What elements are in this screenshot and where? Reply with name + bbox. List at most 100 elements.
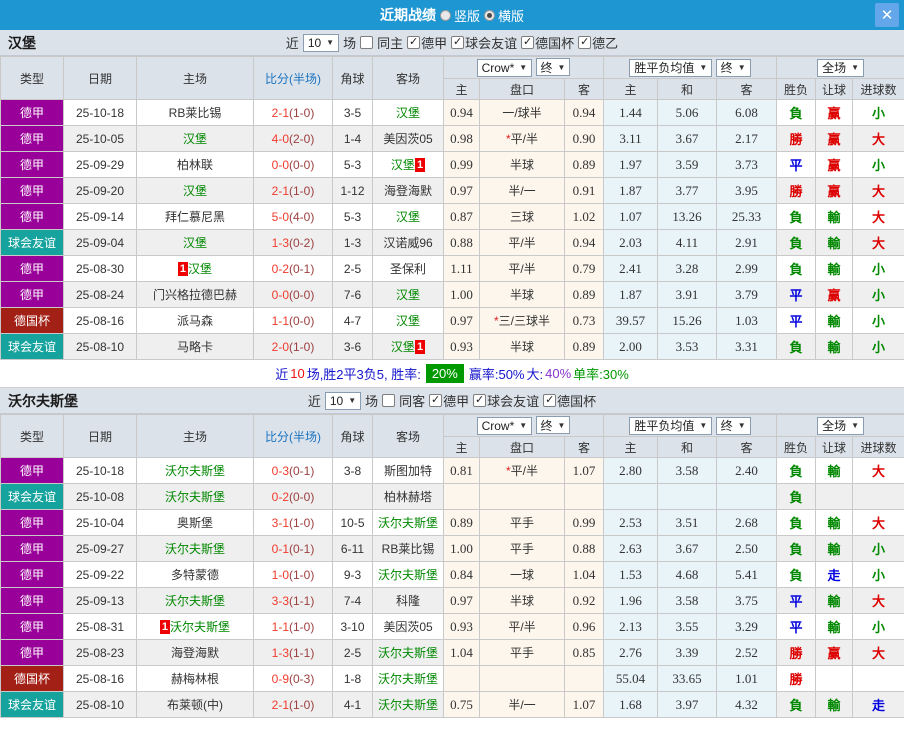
avg-home-cell: 2.80: [604, 458, 658, 484]
halftime-score: (1-0): [289, 698, 314, 712]
away-team-cell: 美因茨05: [373, 614, 444, 640]
away-odds-cell: 0.94: [565, 100, 604, 126]
goals-result-cell: 大: [853, 640, 904, 666]
avg-draw-cell: 3.58: [658, 458, 717, 484]
handicap-name: 平/半: [508, 262, 535, 276]
away-team-name: 斯图加特: [384, 464, 432, 478]
handicap-name: 三/三球半: [499, 314, 550, 328]
league-checkbox[interactable]: [473, 394, 486, 407]
away-odds-cell: [565, 484, 604, 510]
home-team-name: 汉堡: [188, 262, 212, 276]
score-cell: 0-1(0-1): [254, 536, 333, 562]
close-button[interactable]: ✕: [875, 3, 899, 27]
home-team-name: 柏林联: [177, 158, 213, 172]
hamburg-recent-table: 类型 日期 主场 比分(半场) 角球 客场 Crow*▼ 终▼ 胜平负均值▼ 终…: [0, 56, 904, 360]
period-select[interactable]: 全场▼: [817, 417, 864, 435]
league-checkbox[interactable]: [543, 394, 556, 407]
handicap-name: 半/一: [508, 184, 535, 198]
home-team-cell: 沃尔夫斯堡: [137, 536, 254, 562]
bookmaker-select[interactable]: Crow*▼: [477, 59, 533, 77]
layout-radio-vertical[interactable]: 竖版: [440, 6, 480, 25]
handicap-name: 平/半: [511, 132, 538, 146]
col-avg-away: 客: [717, 437, 777, 458]
date-cell: 25-09-27: [64, 536, 137, 562]
filter-controls: 近 10 ▼ 场 同客 德甲 球会友谊 德国杯: [308, 391, 596, 410]
away-team-cell: 海登海默: [373, 178, 444, 204]
score-cell: 1-3(1-1): [254, 640, 333, 666]
match-row: 德甲 25-09-14 拜仁慕尼黑 5-0(4-0) 5-3 汉堡 0.87 三…: [1, 204, 904, 230]
filter-controls: 近 10 ▼ 场 同主 德甲 球会友谊 德国杯 德乙: [286, 33, 618, 52]
league-label: 德甲: [443, 391, 469, 410]
away-odds-cell: [565, 666, 604, 692]
match-row: 德甲 25-09-29 柏林联 0-0(0-0) 5-3 汉堡1 0.99 半球…: [1, 152, 904, 178]
avg-type-select[interactable]: 胜平负均值▼: [629, 417, 712, 435]
dropdown-arrow-icon: ▼: [348, 396, 356, 405]
score-cell: 3-1(1-0): [254, 510, 333, 536]
avg-draw-cell: [658, 484, 717, 510]
odds-time-select[interactable]: 终▼: [536, 416, 571, 434]
period-select[interactable]: 全场▼: [817, 59, 864, 77]
match-row: 德甲 25-08-31 1沃尔夫斯堡 1-1(1-0) 3-10 美因茨05 0…: [1, 614, 904, 640]
away-odds-cell: 0.91: [565, 178, 604, 204]
handicap-name: 半/一: [508, 698, 535, 712]
fulltime-score: 4-0: [272, 132, 289, 146]
match-count-select[interactable]: 10 ▼: [303, 34, 339, 52]
bookmaker-value: Crow*: [482, 419, 515, 433]
col-goals-result: 进球数: [853, 437, 904, 458]
corner-cell: 1-12: [333, 178, 373, 204]
radio-checked-icon[interactable]: [484, 10, 495, 21]
bookmaker-select[interactable]: Crow*▼: [477, 417, 533, 435]
same-venue-checkbox[interactable]: [382, 394, 395, 407]
match-row: 德甲 25-10-18 沃尔夫斯堡 0-3(0-1) 3-8 斯图加特 0.81…: [1, 458, 904, 484]
goals-result-cell: 小: [853, 152, 904, 178]
period-value: 全场: [822, 417, 846, 434]
summary-part: 10: [290, 366, 304, 381]
layout-radio-horizontal[interactable]: 横版: [484, 6, 524, 25]
league-label: 球会友谊: [465, 33, 517, 52]
league-checkbox[interactable]: [429, 394, 442, 407]
match-count-select[interactable]: 10 ▼: [325, 392, 361, 410]
home-odds-cell: 1.11: [444, 256, 480, 282]
home-team-name: 沃尔夫斯堡: [165, 542, 225, 556]
avg-time-select[interactable]: 终▼: [716, 59, 751, 77]
corner-cell: 6-11: [333, 536, 373, 562]
col-handicap: 盘口: [480, 437, 565, 458]
halftime-score: (1-0): [289, 340, 314, 354]
score-cell: 2-1(1-0): [254, 692, 333, 718]
league-checkbox[interactable]: [407, 36, 420, 49]
same-venue-checkbox[interactable]: [360, 36, 373, 49]
avg-time-select[interactable]: 终▼: [716, 417, 751, 435]
halftime-score: (0-1): [289, 464, 314, 478]
away-odds-cell: 1.07: [565, 692, 604, 718]
handicap-result-cell: 走: [816, 562, 853, 588]
result-cell: 負: [777, 484, 816, 510]
league-cell: 德甲: [1, 126, 64, 152]
date-cell: 25-08-10: [64, 334, 137, 360]
date-cell: 25-08-24: [64, 282, 137, 308]
away-team-name: 汉堡: [396, 288, 420, 302]
col-away: 客场: [373, 415, 444, 458]
handicap-name: 半球: [510, 288, 534, 302]
avg-draw-cell: 3.67: [658, 536, 717, 562]
league-checkbox[interactable]: [521, 36, 534, 49]
league-checkbox[interactable]: [578, 36, 591, 49]
handicap-cell: 一/球半: [480, 100, 565, 126]
col-avg-home: 主: [604, 79, 658, 100]
avg-away-cell: 2.40: [717, 458, 777, 484]
halftime-score: (0-0): [289, 158, 314, 172]
odds-time-select[interactable]: 终▼: [536, 58, 571, 76]
league-checkbox[interactable]: [451, 36, 464, 49]
result-cell: 負: [777, 334, 816, 360]
avg-type-value: 胜平负均值: [634, 59, 694, 76]
league-filter-item: 德国杯: [543, 391, 596, 410]
match-row: 德甲 25-09-27 沃尔夫斯堡 0-1(0-1) 6-11 RB莱比锡 1.…: [1, 536, 904, 562]
home-team-name: 汉堡: [183, 236, 207, 250]
col-result: 胜负: [777, 79, 816, 100]
result-cell: 平: [777, 152, 816, 178]
radio-vertical-label: 竖版: [454, 6, 480, 25]
home-odds-cell: 1.04: [444, 640, 480, 666]
page-title: 近期战绩: [380, 5, 436, 25]
avg-type-select[interactable]: 胜平负均值▼: [629, 59, 712, 77]
radio-unchecked-icon[interactable]: [440, 10, 451, 21]
result-cell: 負: [777, 458, 816, 484]
